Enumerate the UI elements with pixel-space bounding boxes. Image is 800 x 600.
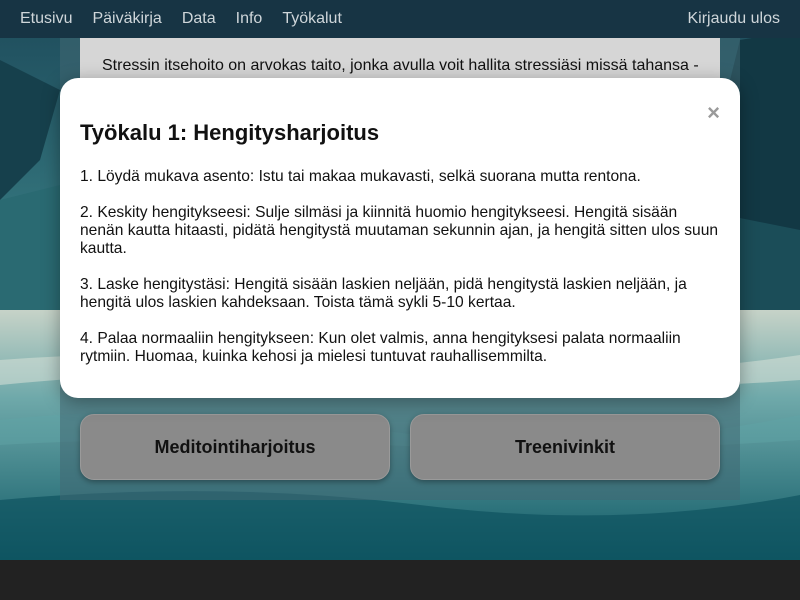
- breathing-exercise-modal: × Työkalu 1: Hengitysharjoitus 1. Löydä …: [60, 78, 740, 398]
- footer-bar: [0, 560, 800, 600]
- nav-link-paivakirja[interactable]: Päiväkirja: [92, 10, 161, 28]
- meditation-exercise-button[interactable]: Meditointiharjoitus: [80, 414, 390, 480]
- nav-link-data[interactable]: Data: [182, 10, 216, 28]
- logout-link[interactable]: Kirjaudu ulos: [688, 10, 781, 28]
- modal-title: Työkalu 1: Hengitysharjoitus: [80, 120, 380, 145]
- modal-step-3: 3. Laske hengitystäsi: Hengitä sisään la…: [80, 276, 687, 311]
- nav-link-info[interactable]: Info: [236, 10, 263, 28]
- nav-link-tyokalut[interactable]: Työkalut: [282, 10, 342, 28]
- modal-step-1: 1. Löydä mukava asento: Istu tai makaa m…: [80, 168, 641, 185]
- modal-step-4: 4. Palaa normaaliin hengitykseen: Kun ol…: [80, 330, 681, 365]
- modal-step-2: 2. Keskity hengitykseesi: Sulje silmäsi …: [80, 204, 719, 257]
- close-icon[interactable]: ×: [707, 102, 720, 124]
- nav-link-etusivu[interactable]: Etusivu: [20, 10, 72, 28]
- top-navigation: Etusivu Päiväkirja Data Info Työkalut Ki…: [0, 0, 800, 38]
- training-tips-button[interactable]: Treenivinkit: [410, 414, 720, 480]
